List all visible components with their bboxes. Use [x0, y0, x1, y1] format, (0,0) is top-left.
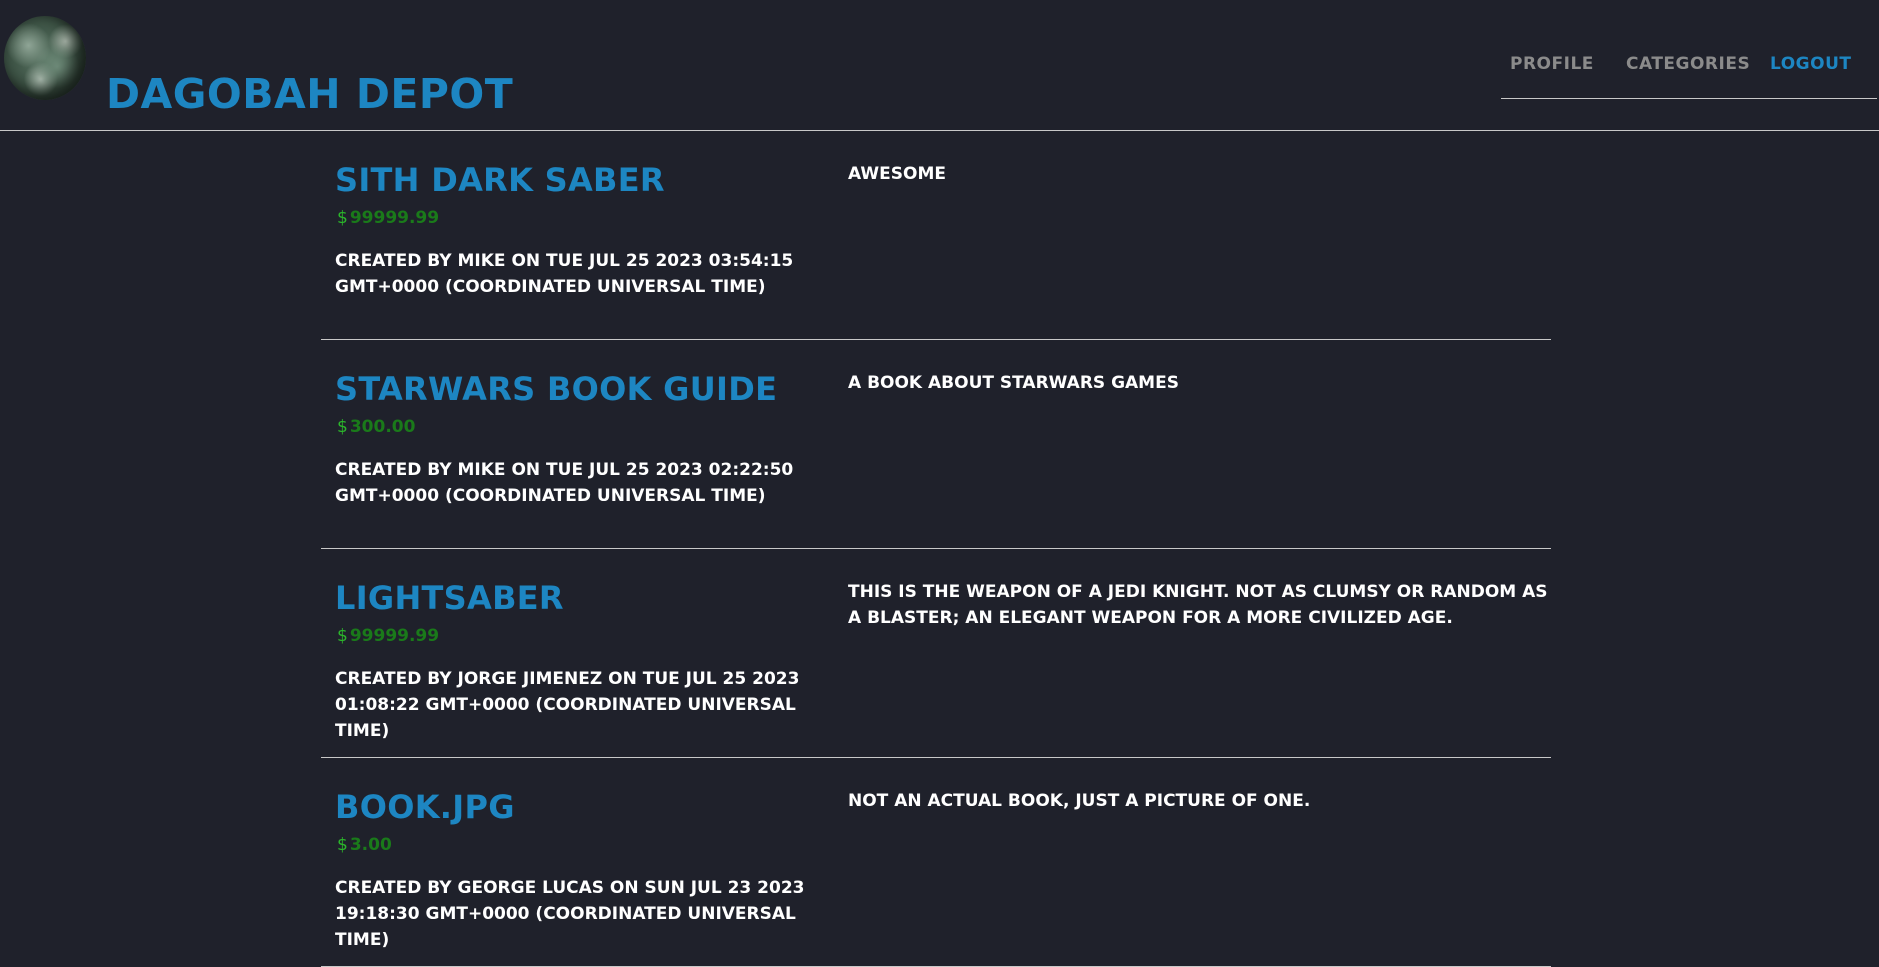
product-description: Not an actual book, just a picture of on… [848, 791, 1311, 811]
main-nav: Profile Categories Logout [1501, 52, 1877, 99]
product-title-link[interactable]: Sith Dark Saber [335, 161, 665, 199]
product-description: A book about starwars games [848, 373, 1179, 393]
product-price: $3.00 [337, 835, 392, 855]
nav-profile-link[interactable]: Profile [1510, 54, 1594, 74]
product-item: Sith Dark Saber $99999.99 Created by Mik… [321, 131, 1551, 340]
planet-logo-icon[interactable] [4, 16, 86, 100]
product-title-link[interactable]: book.jpg [335, 788, 515, 826]
product-item: StarWars Book Guide $300.00 Created by M… [321, 340, 1551, 549]
price-amount: 300.00 [349, 417, 416, 437]
product-title-link[interactable]: StarWars Book Guide [335, 370, 777, 408]
dollar-icon: $ [337, 208, 348, 228]
product-price: $99999.99 [337, 626, 439, 646]
dollar-icon: $ [337, 835, 348, 855]
price-amount: 99999.99 [349, 208, 440, 228]
product-title-link[interactable]: Lightsaber [335, 579, 564, 617]
nav-logout-link[interactable]: Logout [1770, 54, 1851, 74]
product-meta: Created by George Lucas on Sun Jul 23 20… [335, 878, 805, 950]
site-header: Dagobah Depot Profile Categories Logout [0, 0, 1879, 131]
product-price: $99999.99 [337, 208, 439, 228]
dollar-icon: $ [337, 417, 348, 437]
dollar-icon: $ [337, 626, 348, 646]
product-meta: Created by Mike on Tue Jul 25 2023 03:54… [335, 251, 794, 297]
product-item: Lightsaber $99999.99 Created by Jorge Ji… [321, 549, 1551, 758]
product-meta: Created by Jorge Jimenez on Tue Jul 25 2… [335, 669, 800, 741]
product-list: Sith Dark Saber $99999.99 Created by Mik… [321, 131, 1551, 967]
product-item: book.jpg $3.00 Created by George Lucas o… [321, 758, 1551, 967]
product-description: awesome [848, 164, 946, 184]
product-meta: Created by Mike on Tue Jul 25 2023 02:22… [335, 460, 794, 506]
price-amount: 99999.99 [349, 626, 440, 646]
product-description: This is the weapon of a Jedi Knight. Not… [848, 582, 1548, 628]
nav-categories-link[interactable]: Categories [1626, 54, 1750, 74]
product-price: $300.00 [337, 417, 415, 437]
site-title[interactable]: Dagobah Depot [106, 70, 513, 118]
price-amount: 3.00 [349, 835, 392, 855]
